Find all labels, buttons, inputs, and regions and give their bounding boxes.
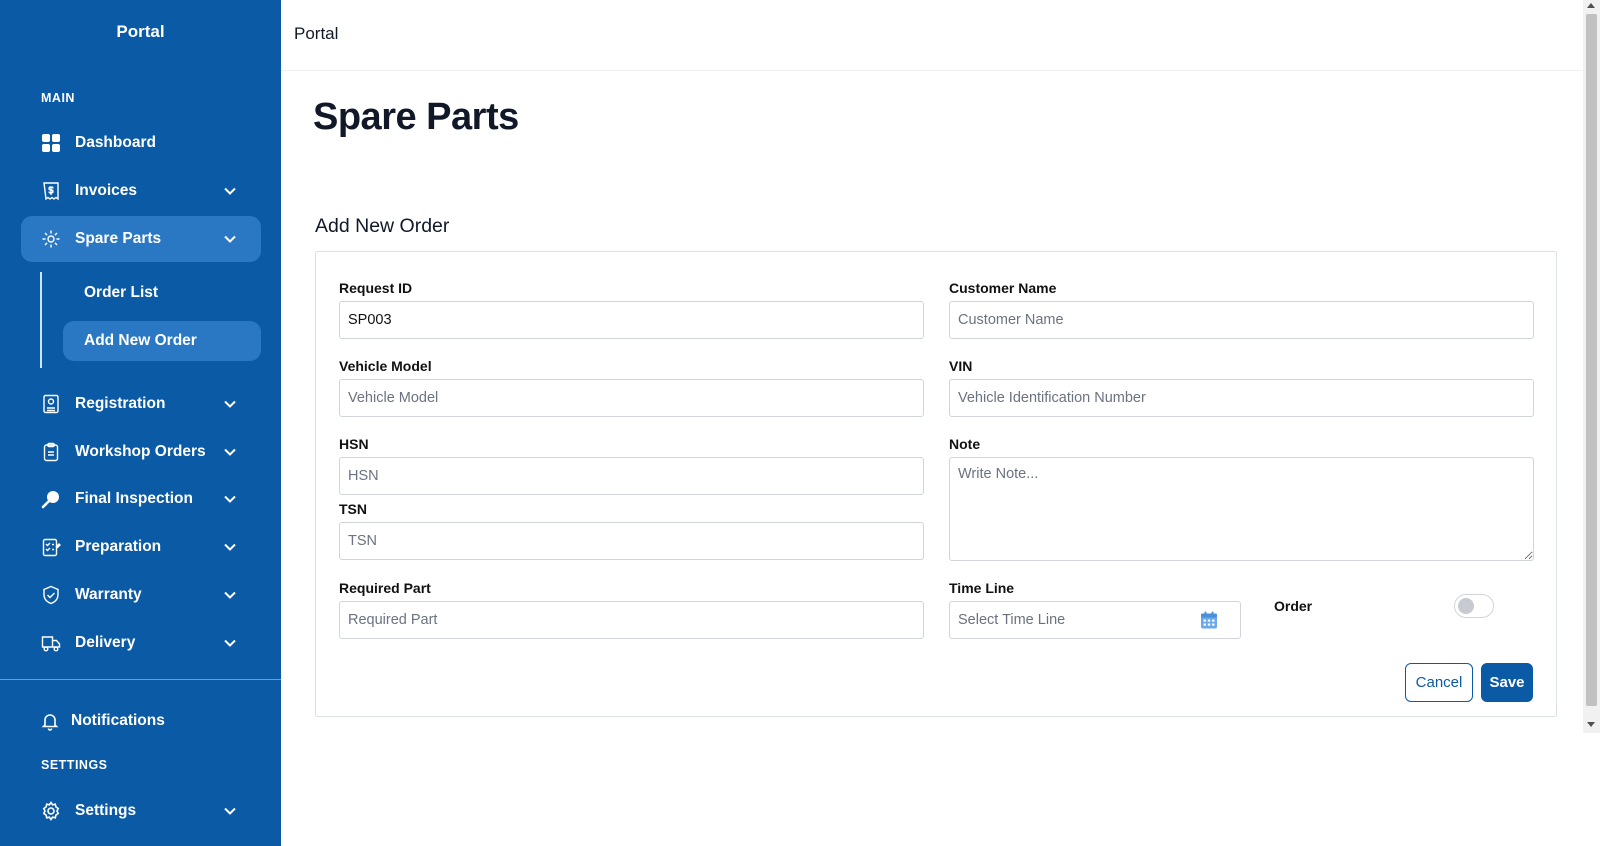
sidebar-item-preparation[interactable]: Preparation	[21, 524, 261, 570]
sidebar-item-notifications[interactable]: Notifications	[21, 698, 261, 744]
dashboard-icon	[42, 134, 60, 152]
submenu-line	[40, 272, 42, 368]
required-part-label: Required Part	[339, 580, 431, 596]
gear-icon	[42, 230, 60, 248]
form-title: Add New Order	[315, 215, 450, 237]
scroll-down-arrow-icon[interactable]	[1587, 722, 1595, 727]
vehicle-model-input[interactable]	[339, 379, 924, 417]
sidebar-item-warranty[interactable]: Warranty	[21, 572, 261, 618]
required-part-input[interactable]	[339, 601, 924, 639]
vin-input[interactable]	[949, 379, 1534, 417]
sidebar-subitem-label: Add New Order	[84, 332, 197, 349]
sidebar-item-label: Final Inspection	[75, 490, 193, 507]
sidebar-item-registration[interactable]: Registration	[21, 381, 261, 427]
sidebar-item-label: Delivery	[75, 634, 136, 651]
sidebar-divider	[0, 679, 281, 680]
vehicle-model-label: Vehicle Model	[339, 358, 432, 374]
chevron-down-icon	[224, 543, 236, 551]
truck-icon	[41, 636, 61, 652]
request-id-input[interactable]	[339, 301, 924, 339]
sidebar-item-label: Spare Parts	[75, 230, 162, 247]
chevron-down-icon	[224, 639, 236, 647]
scroll-up-arrow-icon[interactable]	[1587, 3, 1595, 8]
chevron-down-icon	[224, 187, 236, 195]
request-id-label: Request ID	[339, 280, 413, 296]
sidebar-item-label: Workshop Orders	[75, 443, 206, 460]
chevron-down-icon	[224, 235, 236, 243]
page-title: Spare Parts	[313, 96, 519, 138]
chevron-down-icon	[224, 807, 236, 815]
sidebar-item-label: Notifications	[71, 712, 165, 729]
shield-icon	[43, 585, 59, 605]
top-bar: Portal	[281, 0, 1583, 71]
scrollbar-thumb[interactable]	[1586, 14, 1597, 706]
sidebar-subitem-order-list[interactable]: Order List	[63, 273, 261, 313]
settings-gear-icon	[42, 801, 60, 821]
sidebar: Portal MAIN Dashboard Invoices Spare Par…	[0, 0, 281, 846]
order-toggle[interactable]	[1454, 594, 1494, 618]
vin-label: VIN	[949, 358, 973, 374]
tsn-input[interactable]	[339, 522, 924, 560]
cancel-button[interactable]: Cancel	[1405, 663, 1473, 702]
sidebar-item-final-inspection[interactable]: Final Inspection	[21, 476, 261, 522]
save-button[interactable]: Save	[1481, 663, 1533, 702]
clipboard-icon	[43, 442, 59, 462]
checklist-icon	[42, 538, 61, 557]
invoice-icon	[43, 182, 59, 201]
note-textarea[interactable]	[949, 457, 1534, 561]
sidebar-item-label: Registration	[75, 395, 166, 412]
chevron-down-icon	[224, 495, 236, 503]
registration-icon	[43, 394, 59, 414]
section-label-settings: SETTINGS	[41, 758, 108, 772]
hsn-input[interactable]	[339, 457, 924, 495]
sidebar-item-delivery[interactable]: Delivery	[21, 620, 261, 666]
sidebar-item-settings[interactable]: Settings	[21, 788, 261, 834]
calendar-icon[interactable]	[1199, 610, 1219, 630]
sidebar-item-label: Invoices	[75, 182, 138, 199]
magnifier-icon	[41, 491, 59, 509]
sidebar-item-invoices[interactable]: Invoices	[21, 168, 261, 214]
chevron-down-icon	[224, 400, 236, 408]
tsn-label: TSN	[339, 501, 367, 517]
section-label-main: MAIN	[41, 91, 75, 105]
customer-name-label: Customer Name	[949, 280, 1057, 296]
sidebar-item-label: Preparation	[75, 538, 162, 555]
bell-icon	[41, 714, 59, 731]
toggle-knob	[1458, 598, 1474, 614]
sidebar-item-label: Warranty	[75, 586, 142, 603]
hsn-label: HSN	[339, 436, 369, 452]
chevron-down-icon	[224, 448, 236, 456]
sidebar-subitem-label: Order List	[84, 284, 159, 301]
sidebar-item-label: Dashboard	[75, 134, 156, 151]
sidebar-brand: Portal	[116, 22, 165, 41]
scrollbar[interactable]	[1583, 0, 1600, 733]
time-line-label: Time Line	[949, 580, 1015, 596]
customer-name-input[interactable]	[949, 301, 1534, 339]
sidebar-item-spare-parts[interactable]: Spare Parts	[21, 216, 261, 262]
sidebar-item-dashboard[interactable]: Dashboard	[21, 120, 261, 166]
sidebar-item-label: Settings	[75, 802, 137, 819]
time-line-input[interactable]	[949, 601, 1241, 639]
order-label: Order	[1274, 598, 1313, 614]
sidebar-subitem-add-new-order[interactable]: Add New Order	[63, 321, 261, 361]
note-label: Note	[949, 436, 981, 452]
header-title: Portal	[294, 24, 339, 43]
sidebar-item-workshop-orders[interactable]: Workshop Orders	[21, 429, 261, 475]
chevron-down-icon	[224, 591, 236, 599]
